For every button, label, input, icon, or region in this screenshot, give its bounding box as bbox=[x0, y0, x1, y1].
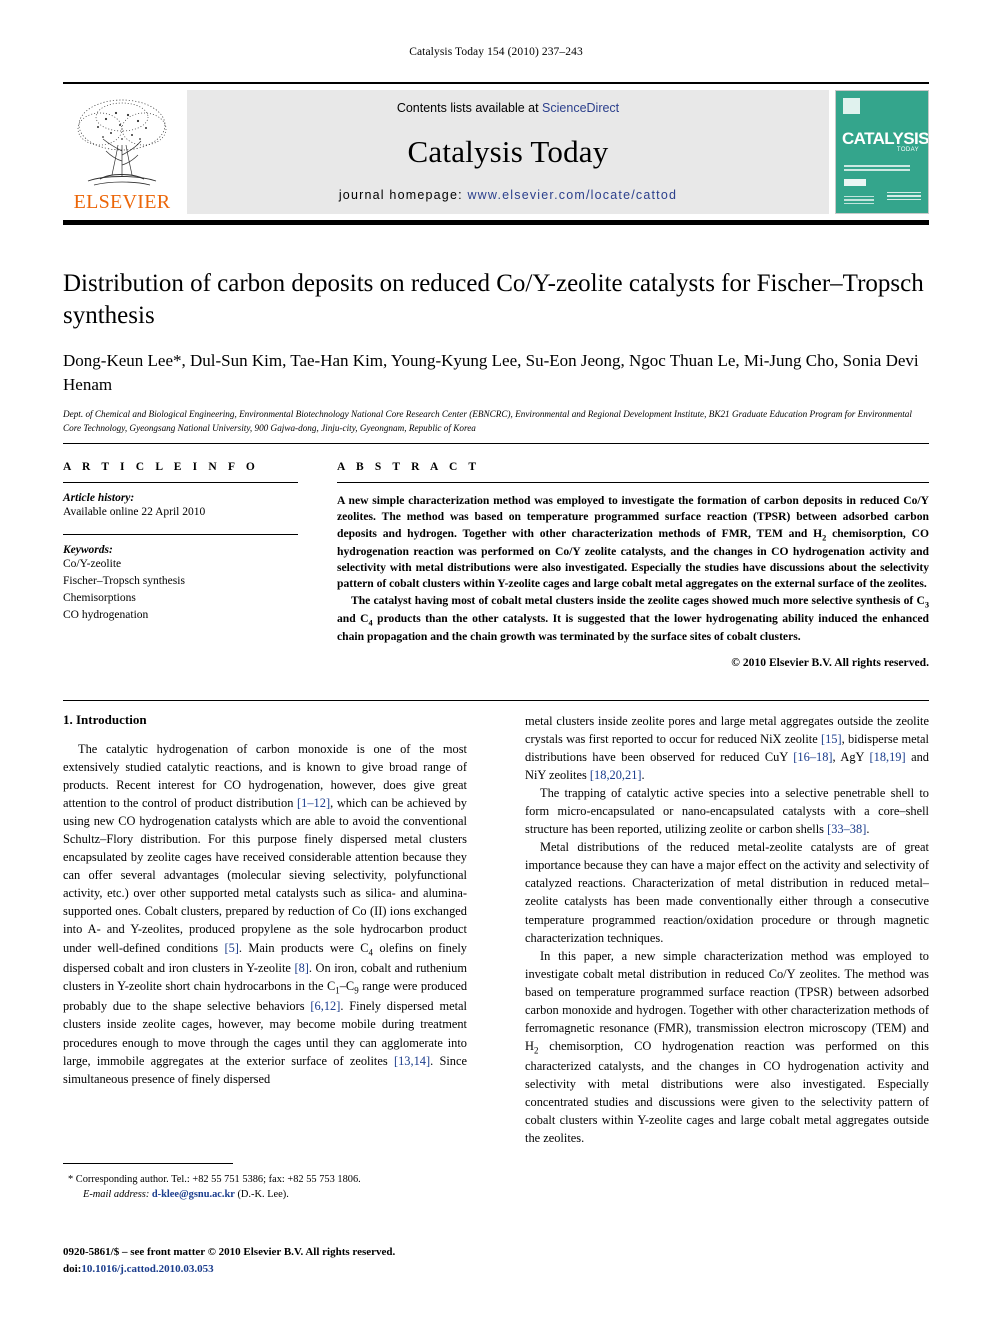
doi-line: doi:10.1016/j.cattod.2010.03.053 bbox=[63, 1261, 493, 1278]
article-info-rule bbox=[63, 482, 298, 483]
citation-ref[interactable]: [18,20,21] bbox=[590, 768, 642, 782]
elsevier-wordmark: ELSEVIER bbox=[73, 191, 171, 213]
body-paragraph: metal clusters inside zeolite pores and … bbox=[525, 714, 929, 783]
section-title-introduction: 1. Introduction bbox=[63, 712, 147, 727]
citation-ref[interactable]: [18,19] bbox=[870, 750, 906, 764]
keyword-item: Fischer–Tropsch synthesis bbox=[63, 574, 185, 587]
body-column-right: metal clusters inside zeolite pores and … bbox=[525, 712, 929, 1148]
journal-cover-thumbnail[interactable]: CATALYSIS TODAY bbox=[835, 90, 929, 214]
article-info-column: A R T I C L E I N F O Article history: A… bbox=[63, 461, 298, 625]
cover-publisher-mark bbox=[843, 98, 860, 114]
introduction-left-text: The catalytic hydrogenation of carbon mo… bbox=[63, 740, 467, 1088]
cover-background: CATALYSIS TODAY bbox=[836, 91, 928, 213]
paper-page: Catalysis Today 154 (2010) 237–243 ELSEV… bbox=[0, 0, 992, 1323]
article-history-label: Article history: bbox=[63, 492, 135, 504]
issn-block: 0920-5861/$ – see front matter © 2010 El… bbox=[63, 1244, 493, 1277]
contents-prefix: Contents lists available at bbox=[396, 101, 543, 115]
journal-homepage-link[interactable]: www.elsevier.com/locate/cattod bbox=[467, 188, 677, 202]
corresponding-author-note: * Corresponding author. Tel.: +82 55 751… bbox=[68, 1174, 361, 1185]
citation-ref[interactable]: [33–38] bbox=[827, 822, 866, 836]
citation-ref[interactable]: [1–12] bbox=[297, 796, 330, 810]
article-info-heading: A R T I C L E I N F O bbox=[63, 461, 259, 473]
email-label: E-mail address: bbox=[83, 1189, 150, 1201]
citation-ref[interactable]: [5] bbox=[224, 941, 238, 955]
doi-label: doi: bbox=[63, 1262, 82, 1275]
email-note: E-mail address: d-klee@gsnu.ac.kr (D.-K.… bbox=[63, 1187, 467, 1202]
abstract-paragraph: A new simple characterization method was… bbox=[337, 494, 929, 591]
citation-ref[interactable]: [13,14] bbox=[394, 1054, 430, 1068]
abstract-column: A B S T R A C T A new simple characteriz… bbox=[337, 461, 929, 669]
cover-title-text: CATALYSIS bbox=[842, 129, 929, 148]
introduction-right-text: metal clusters inside zeolite pores and … bbox=[525, 712, 929, 1148]
body-paragraph: In this paper, a new simple characteriza… bbox=[525, 948, 929, 1146]
body-paragraph: The trapping of catalytic active species… bbox=[525, 786, 929, 837]
keyword-item: CO hydrogenation bbox=[63, 609, 149, 622]
masthead-bottom-rule bbox=[63, 220, 929, 225]
homepage-prefix: journal homepage: bbox=[338, 188, 468, 202]
contents-available-line: Contents lists available at ScienceDirec… bbox=[397, 101, 619, 115]
footnote-block: * Corresponding author. Tel.: +82 55 751… bbox=[63, 1172, 467, 1202]
paper-title: Distribution of carbon deposits on reduc… bbox=[63, 270, 924, 329]
cover-highlight-block bbox=[844, 179, 866, 186]
affiliation: Dept. of Chemical and Biological Enginee… bbox=[63, 409, 912, 434]
journal-homepage-line: journal homepage: www.elsevier.com/locat… bbox=[339, 188, 677, 202]
citation-ref[interactable]: [16–18] bbox=[793, 750, 832, 764]
masthead-center-panel: Contents lists available at ScienceDirec… bbox=[187, 90, 829, 214]
keyword-item: Chemisorptions bbox=[63, 592, 136, 605]
journal-title: Catalysis Today bbox=[407, 133, 609, 169]
abstract-heading: A B S T R A C T bbox=[337, 461, 481, 473]
issn-line: 0920-5861/$ – see front matter © 2010 El… bbox=[63, 1246, 396, 1258]
title-block: Distribution of carbon deposits on reduc… bbox=[63, 268, 929, 436]
info-abstract-bottom-rule bbox=[63, 700, 929, 701]
article-history-group: Article history: Available online 22 Apr… bbox=[63, 492, 298, 521]
info-abstract-top-rule bbox=[63, 443, 929, 444]
author-list: Dong-Keun Lee*, Dul-Sun Kim, Tae-Han Kim… bbox=[63, 351, 919, 395]
email-link[interactable]: d-klee@gsnu.ac.kr bbox=[152, 1189, 235, 1200]
body-paragraph: Metal distributions of the reduced metal… bbox=[525, 840, 929, 945]
footnote-rule bbox=[63, 1163, 233, 1164]
masthead-top-rule bbox=[63, 82, 929, 84]
sciencedirect-link[interactable]: ScienceDirect bbox=[542, 101, 619, 115]
journal-masthead: ELSEVIER Contents lists available at Sci… bbox=[63, 82, 929, 225]
abstract-copyright: © 2010 Elsevier B.V. All rights reserved… bbox=[731, 656, 929, 670]
running-head: Catalysis Today 154 (2010) 237–243 bbox=[409, 46, 583, 58]
elsevier-logo: ELSEVIER bbox=[63, 90, 181, 214]
citation-ref[interactable]: [15] bbox=[821, 732, 842, 746]
citation-ref[interactable]: [8] bbox=[294, 961, 308, 975]
cover-detail-lines bbox=[844, 165, 910, 173]
body-paragraph: The catalytic hydrogenation of carbon mo… bbox=[63, 742, 468, 1086]
article-history-value: Available online 22 April 2010 bbox=[63, 506, 206, 518]
email-suffix: (D.-K. Lee). bbox=[234, 1189, 289, 1201]
body-column-left: 1. Introduction The catalytic hydrogenat… bbox=[63, 712, 467, 1088]
elsevier-tree-icon bbox=[77, 99, 167, 186]
keywords-rule bbox=[63, 533, 298, 535]
cover-footer-right-lines bbox=[887, 191, 921, 203]
abstract-body: A new simple characterization method was… bbox=[337, 493, 929, 645]
abstract-paragraph: The catalyst having most of cobalt metal… bbox=[337, 593, 929, 643]
cover-subtitle-text: TODAY bbox=[896, 147, 919, 153]
keyword-item: Co/Y-zeolite bbox=[63, 557, 122, 570]
keywords-label: Keywords: bbox=[63, 543, 113, 556]
citation-ref[interactable]: [6,12] bbox=[310, 999, 340, 1013]
doi-link[interactable]: 10.1016/j.cattod.2010.03.053 bbox=[81, 1263, 213, 1275]
abstract-rule bbox=[337, 482, 929, 483]
cover-footer-left-lines bbox=[844, 195, 874, 207]
keywords-group: Keywords: Co/Y-zeolite Fischer–Tropsch s… bbox=[63, 544, 298, 625]
